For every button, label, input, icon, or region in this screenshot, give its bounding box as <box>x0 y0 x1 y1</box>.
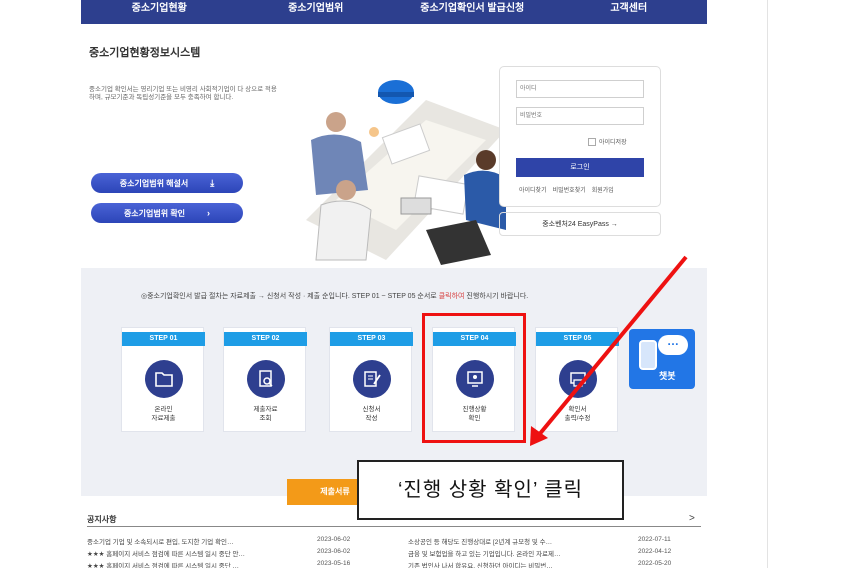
screenshot-frame: 중소기업현황 중소기업범위 중소기업확인서 발급신청 고객센터 중소기업현황정보… <box>0 0 848 568</box>
annotation-callout: ‘진행 상황 확인’ 클릭 <box>357 460 624 520</box>
